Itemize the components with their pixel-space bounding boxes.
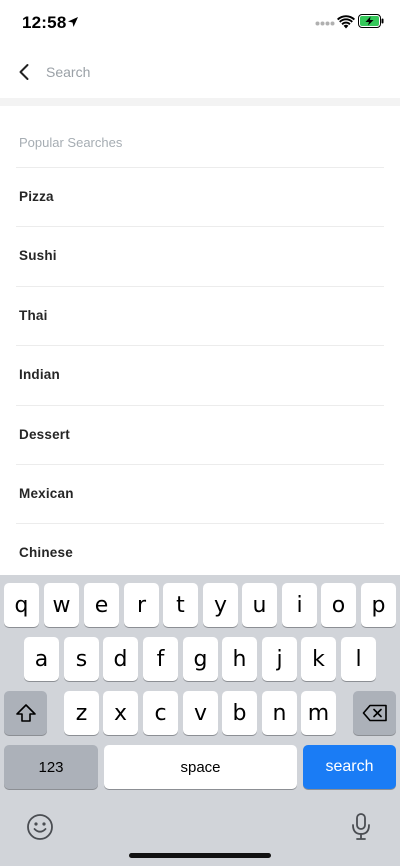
backspace-key[interactable] — [353, 691, 396, 735]
key-s[interactable]: s — [64, 637, 99, 681]
list-item-label: Mexican — [19, 485, 74, 501]
popular-searches-list: Pizza Sushi Thai Indian Dessert Mexican … — [0, 167, 400, 583]
battery-charging-icon — [358, 14, 384, 28]
shift-key[interactable] — [4, 691, 47, 735]
key-p[interactable]: p — [361, 583, 396, 627]
key-w[interactable]: w — [44, 583, 79, 627]
list-item[interactable]: Dessert — [16, 404, 384, 464]
key-z[interactable]: z — [64, 691, 99, 735]
emoji-button[interactable] — [24, 811, 56, 843]
key-m[interactable]: m — [301, 691, 336, 735]
key-x[interactable]: x — [103, 691, 138, 735]
backspace-icon — [362, 704, 387, 722]
list-item[interactable]: Thai — [16, 285, 384, 345]
list-item[interactable]: Mexican — [16, 463, 384, 523]
list-item[interactable]: Indian — [16, 345, 384, 404]
key-h[interactable]: h — [222, 637, 257, 681]
key-q[interactable]: q — [4, 583, 39, 627]
list-item-label: Pizza — [19, 189, 54, 204]
dictation-button[interactable] — [346, 809, 376, 845]
list-item-label: Sushi — [19, 248, 57, 264]
key-i[interactable]: i — [282, 583, 317, 627]
key-u[interactable]: u — [242, 583, 277, 627]
list-item-label: Indian — [19, 367, 60, 383]
emoji-icon — [27, 814, 53, 840]
keyboard: q w e r t y u i o p a s d f g h j k l z … — [0, 575, 400, 866]
section-divider — [0, 98, 400, 106]
status-bar: 12:58 — [0, 0, 400, 46]
shift-arrow-icon — [15, 704, 36, 722]
back-button[interactable] — [12, 58, 36, 86]
location-arrow-icon — [68, 17, 78, 27]
list-item-label: Dessert — [19, 426, 70, 442]
list-item[interactable]: Pizza — [16, 167, 384, 226]
search-key[interactable]: search — [303, 745, 396, 789]
list-item-label: Chinese — [19, 545, 73, 561]
key-v[interactable]: v — [183, 691, 218, 735]
search-header — [0, 46, 400, 98]
key-n[interactable]: n — [262, 691, 297, 735]
key-b[interactable]: b — [222, 691, 257, 735]
list-item[interactable]: Chinese — [16, 523, 384, 582]
key-t[interactable]: t — [163, 583, 198, 627]
microphone-icon — [352, 813, 370, 840]
status-time: 12:58 — [22, 13, 67, 32]
chevron-left-icon — [19, 64, 29, 80]
key-e[interactable]: e — [84, 583, 119, 627]
key-o[interactable]: o — [321, 583, 356, 627]
key-j[interactable]: j — [262, 637, 297, 681]
key-g[interactable]: g — [183, 637, 218, 681]
key-l[interactable]: l — [341, 637, 376, 681]
key-k[interactable]: k — [301, 637, 336, 681]
key-r[interactable]: r — [124, 583, 159, 627]
space-key[interactable]: space — [104, 745, 297, 789]
key-f[interactable]: f — [143, 637, 178, 681]
key-y[interactable]: y — [203, 583, 238, 627]
key-a[interactable]: a — [24, 637, 59, 681]
wifi-icon — [337, 15, 355, 29]
signal-dots-icon — [315, 21, 335, 26]
key-d[interactable]: d — [103, 637, 138, 681]
search-input[interactable] — [46, 59, 376, 85]
numbers-key[interactable]: 123 — [4, 745, 98, 789]
key-c[interactable]: c — [143, 691, 178, 735]
list-item-label: Thai — [19, 307, 48, 323]
home-indicator[interactable] — [129, 853, 271, 858]
popular-searches-heading: Popular Searches — [19, 135, 123, 150]
list-item[interactable]: Sushi — [16, 226, 384, 285]
